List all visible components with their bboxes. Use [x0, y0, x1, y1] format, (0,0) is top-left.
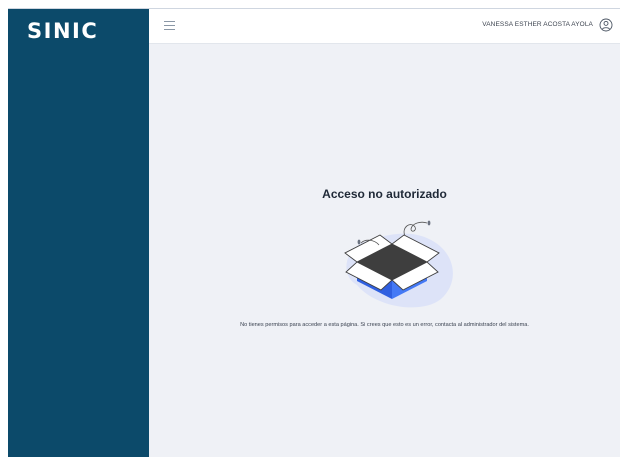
top-bar: VANESSA ESTHER ACOSTA AYOLA: [149, 9, 620, 44]
app-frame: SINIC VANESSA ESTHER ACOSTA AYOLA Acceso…: [8, 8, 620, 457]
main-content: Acceso no autorizado No tienes permisos …: [149, 44, 620, 457]
hamburger-menu-icon[interactable]: [164, 21, 175, 31]
app-logo[interactable]: SINIC: [27, 19, 98, 43]
user-name[interactable]: VANESSA ESTHER ACOSTA AYOLA: [482, 21, 593, 28]
user-circle-icon[interactable]: [599, 18, 613, 32]
sidebar: SINIC: [8, 9, 149, 457]
error-message: No tienes permisos para acceder a esta p…: [240, 322, 529, 328]
dot-right: [427, 220, 431, 226]
empty-box-illustration: [344, 220, 453, 308]
dot-left: [357, 239, 361, 245]
